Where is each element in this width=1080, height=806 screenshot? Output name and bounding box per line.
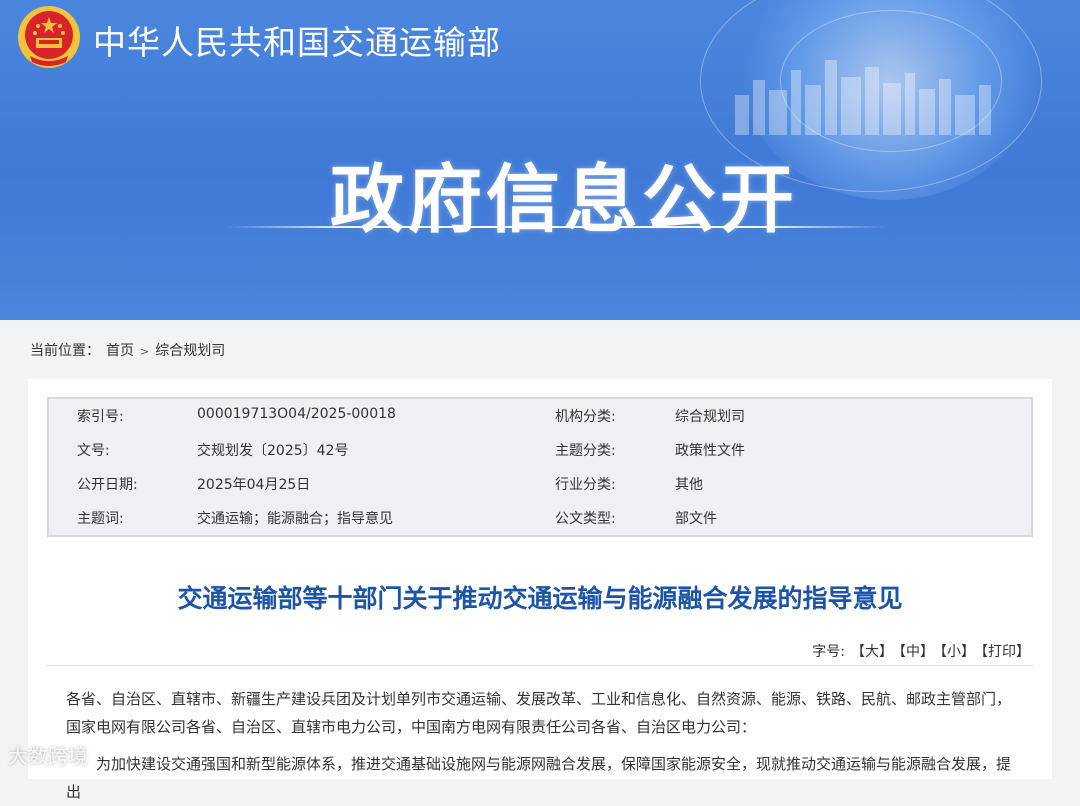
metadata-key: 主题词: <box>77 511 124 527</box>
metadata-value: 其他 <box>675 477 703 493</box>
watermark: 大数跨境 <box>8 744 88 768</box>
metadata-value: 综合规划司 <box>675 409 745 425</box>
font-size-controls: 字号: 【大】 【中】 【小】 【打印】 <box>812 641 1030 661</box>
title-underline-decoration <box>225 226 888 228</box>
breadcrumb-label: 当前位置： <box>30 343 100 359</box>
section-title: 政府信息公开 <box>330 157 798 243</box>
metadata-key: 公文类型: <box>555 511 616 527</box>
header-banner: 中华人民共和国交通运输部 政府信息公开 <box>0 0 1080 320</box>
print-button[interactable]: 【打印】 <box>981 644 1030 660</box>
metadata-key: 行业分类: <box>555 477 616 493</box>
metadata-key: 机构分类: <box>555 409 616 425</box>
document-metadata-table: 索引号: 000019713O04/2025-00018 机构分类: 综合规划司… <box>47 397 1033 537</box>
metadata-row: 主题词: 交通运输；能源融合；指导意见 公文类型: 部文件 <box>49 508 1031 542</box>
metadata-key: 文号: <box>77 443 110 459</box>
metadata-value: 2025年04月25日 <box>197 477 311 493</box>
city-skyline-decoration <box>735 60 991 135</box>
breadcrumb-home-link[interactable]: 首页 <box>106 343 134 359</box>
metadata-value: 政策性文件 <box>675 443 745 459</box>
metadata-key: 公开日期: <box>77 477 138 493</box>
metadata-value: 交规划发〔2025〕42号 <box>197 443 349 459</box>
metadata-value: 部文件 <box>675 511 717 527</box>
article-container: 索引号: 000019713O04/2025-00018 机构分类: 综合规划司… <box>28 379 1052 801</box>
document-paragraph: 各省、自治区、直辖市、新疆生产建设兵团及计划单列市交通运输、发展改革、工业和信息… <box>66 690 1012 736</box>
breadcrumb: 当前位置： 首页 > 综合规划司 <box>30 340 231 360</box>
ministry-name: 中华人民共和国交通运输部 <box>93 23 501 62</box>
font-size-large-button[interactable]: 【大】 <box>851 644 893 660</box>
metadata-key: 索引号: <box>77 409 124 425</box>
breadcrumb-separator: > <box>140 345 150 358</box>
content-divider <box>46 665 1034 666</box>
metadata-value: 交通运输；能源融合；指导意见 <box>197 511 393 527</box>
metadata-row: 公开日期: 2025年04月25日 行业分类: 其他 <box>49 474 1031 508</box>
metadata-row: 索引号: 000019713O04/2025-00018 机构分类: 综合规划司 <box>49 406 1031 440</box>
font-size-medium-button[interactable]: 【中】 <box>899 644 934 660</box>
metadata-row: 文号: 交规划发〔2025〕42号 主题分类: 政策性文件 <box>49 440 1031 474</box>
document-title: 交通运输部等十部门关于推动交通运输与能源融合发展的指导意见 <box>177 584 903 613</box>
metadata-key: 主题分类: <box>555 443 616 459</box>
document-paragraph: 为加快建设交通强国和新型能源体系，推进交通基础设施网与能源网融合发展，保障国家能… <box>66 755 1012 801</box>
national-emblem-icon <box>18 6 80 68</box>
metadata-value: 000019713O04/2025-00018 <box>197 406 396 422</box>
breadcrumb-current-link[interactable]: 综合规划司 <box>155 343 225 359</box>
font-size-label: 字号: <box>812 644 845 660</box>
font-size-small-button[interactable]: 【小】 <box>940 644 975 660</box>
